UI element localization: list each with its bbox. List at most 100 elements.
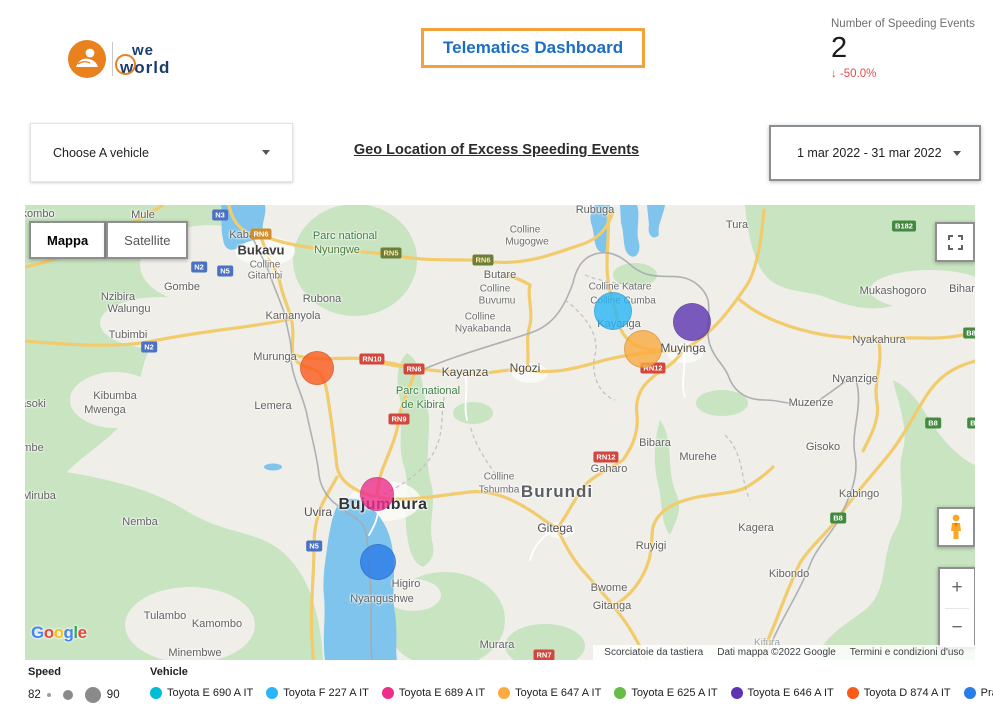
vehicle-legend: Vehicle Toyota E 690 A IT Toyota F 227 A … [150,666,993,699]
kpi-label: Number of Speeding Events [831,18,975,30]
vehicle-color-dot-icon [847,687,859,699]
road-shield: B8 [925,418,941,429]
vehicle-legend-label: Toyota D 874 A IT [864,687,951,699]
vehicle-marker[interactable] [360,544,396,580]
road-shield: N2 [191,262,207,273]
road-shield: RN6 [250,229,271,240]
page-title: Telematics Dashboard [443,38,623,57]
map-type-satellite-button[interactable]: Satellite [106,221,188,259]
geo-map[interactable]: akomboMuleKabareBukavuCollineGitambiGomb… [25,205,975,660]
vehicle-marker[interactable] [624,330,662,368]
road-shield: B182 [892,221,916,232]
vehicle-legend-label: Toyota E 625 A IT [631,687,717,699]
map-section-title: Geo Location of Excess Speeding Events [354,142,639,158]
fullscreen-icon [948,235,963,250]
kpi-delta: ↓ -50.0% [831,68,975,80]
vehicle-legend-item: Prado K 7382 A [964,687,993,699]
vehicle-legend-items: Toyota E 690 A IT Toyota F 227 A IT Toyota… [150,687,993,699]
terms-link[interactable]: Termini e condizioni d'uso [850,647,964,658]
road-shield: B3 [967,418,975,429]
speed-dot-small-icon [47,693,51,697]
google-logo: Google [31,623,87,643]
road-shield: B8 [963,328,975,339]
pegman-icon [949,514,963,540]
speed-dot-medium-icon [63,690,73,700]
map-attribution: Scorciatoie da tastiera Dati mappa ©2022… [593,645,975,660]
speed-max: 90 [107,689,120,701]
speeding-events-kpi: Number of Speeding Events 2 ↓ -50.0% [831,18,975,80]
vehicle-legend-label: Toyota F 227 A IT [283,687,369,699]
logo-world-text: world [120,59,170,76]
keyboard-shortcuts-link[interactable]: Scorciatoie da tastiera [604,647,703,658]
vehicle-color-dot-icon [964,687,976,699]
speed-min: 82 [28,689,41,701]
vehicle-color-dot-icon [614,687,626,699]
vehicle-legend-item: Toyota E 690 A IT [150,687,253,699]
road-shield: RN12 [593,452,618,463]
vehicle-legend-label: Toyota E 647 A IT [515,687,601,699]
date-range-select[interactable]: 1 mar 2022 - 31 mar 2022 [769,125,981,181]
vehicle-legend-item: Toyota F 227 A IT [266,687,369,699]
vehicle-marker[interactable] [360,477,394,511]
speed-scale: 82 90 [28,687,120,703]
logo-wordmark: we world [120,43,170,76]
vehicle-legend-item: Toyota D 874 A IT [847,687,951,699]
pegman-button[interactable] [937,507,975,547]
vehicle-marker[interactable] [673,303,711,341]
google-logo-letter: e [78,623,87,642]
google-logo-letter: G [31,623,44,642]
vehicle-color-dot-icon [731,687,743,699]
speed-dot-large-icon [85,687,101,703]
map-type-map-button[interactable]: Mappa [29,221,106,259]
road-shield: RN6 [403,364,424,375]
zoom-control: + − [938,567,975,649]
vehicle-legend-item: Toyota E 646 A IT [731,687,834,699]
zoom-in-button[interactable]: + [940,569,974,608]
vehicle-legend-label: Toyota E 690 A IT [167,687,253,699]
vehicle-color-dot-icon [382,687,394,699]
kpi-value: 2 [831,32,975,65]
vehicle-marker[interactable] [594,292,632,330]
google-logo-letter: o [54,623,64,642]
road-shield: B8 [830,513,846,524]
map-type-controls: Mappa Satellite [29,221,188,259]
logo-we-text: we [132,43,170,58]
road-shield: RN9 [388,414,409,425]
road-shield: N5 [217,266,233,277]
weworld-logo: we world [68,40,170,78]
vehicle-color-dot-icon [150,687,162,699]
logo-ring-icon [115,54,136,75]
vehicle-legend-title: Vehicle [150,666,993,678]
road-shield: N3 [212,210,228,221]
vehicle-legend-item: Toyota E 647 A IT [498,687,601,699]
vehicle-legend-label: Toyota E 689 A IT [399,687,485,699]
vehicle-legend-item: Toyota E 625 A IT [614,687,717,699]
google-logo-letter: o [44,623,54,642]
vehicle-legend-label: Prado K 7382 A [981,687,993,699]
logo-person-icon [68,40,106,78]
arrow-down-icon: ↓ [831,68,837,80]
vehicle-color-dot-icon [266,687,278,699]
logo-divider [112,42,113,76]
vehicle-legend-label: Toyota E 646 A IT [748,687,834,699]
road-shield: N2 [141,342,157,353]
fullscreen-button[interactable] [935,222,975,262]
dashboard-title-box: Telematics Dashboard [421,28,645,68]
vehicle-legend-item: Toyota E 689 A IT [382,687,485,699]
telematics-dashboard-page: we world Telematics Dashboard Number of … [0,0,993,724]
road-shield: RN6 [472,255,493,266]
road-shield: RN7 [533,650,554,661]
google-logo-letter: g [64,623,74,642]
chevron-down-icon [953,151,961,156]
road-shield: RN5 [380,248,401,259]
map-data-copyright: Dati mappa ©2022 Google [717,647,836,658]
date-range-value: 1 mar 2022 - 31 mar 2022 [797,146,953,160]
road-shield: RN10 [359,354,384,365]
road-shield: N5 [306,541,322,552]
map-geography [25,205,975,660]
speed-legend: Speed 82 90 [28,666,120,703]
vehicle-marker[interactable] [300,351,334,385]
vehicle-color-dot-icon [498,687,510,699]
speed-legend-title: Speed [28,666,120,678]
zoom-out-button[interactable]: − [940,609,974,648]
